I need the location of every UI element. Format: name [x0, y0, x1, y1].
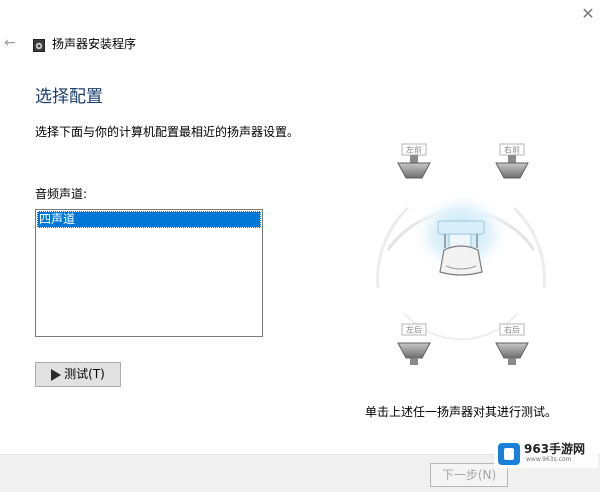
watermark-url: www.963s.com [526, 456, 572, 463]
instructions-text: 选择下面与你的计算机配置最相近的扬声器设置。 [35, 125, 300, 139]
listener-icon [437, 220, 485, 276]
back-arrow-icon[interactable]: ← [4, 34, 22, 52]
play-icon [51, 368, 62, 381]
speaker-diagram: 左前 右前 左后 右后 [376, 143, 546, 365]
svg-text:左后: 左后 [406, 325, 422, 335]
svg-text:左前: 左前 [406, 145, 422, 155]
svg-text:右前: 右前 [504, 145, 520, 155]
svg-text:右后: 右后 [504, 325, 520, 335]
test-button[interactable]: 测试(T) [35, 362, 121, 387]
sound-field-arc [512, 206, 546, 289]
page-heading: 选择配置 [35, 87, 103, 107]
speaker-front-right: 右前 [495, 143, 529, 179]
speaker-rear-left: 左后 [397, 323, 431, 365]
test-hint-text: 单击上述任一扬声器对其进行测试。 [365, 405, 558, 419]
sound-field-arc [376, 206, 410, 289]
close-icon[interactable]: ✕ [578, 4, 598, 24]
list-item-quad[interactable]: 四声道 [37, 211, 261, 228]
watermark-logo-icon [498, 443, 520, 465]
speaker-setup-icon [33, 37, 45, 52]
speaker-rear-right: 右后 [495, 323, 529, 365]
audio-channels-label: 音频声道: [35, 187, 88, 201]
window-title: 扬声器安装程序 [52, 37, 137, 51]
test-button-label: 测试(T) [64, 367, 105, 381]
audio-channels-list[interactable]: 四声道 [35, 209, 263, 337]
speaker-front-left: 左前 [397, 143, 431, 179]
watermark-title: 963手游网 [524, 442, 586, 456]
site-watermark: 963手游网 www.963s.com [494, 440, 598, 468]
